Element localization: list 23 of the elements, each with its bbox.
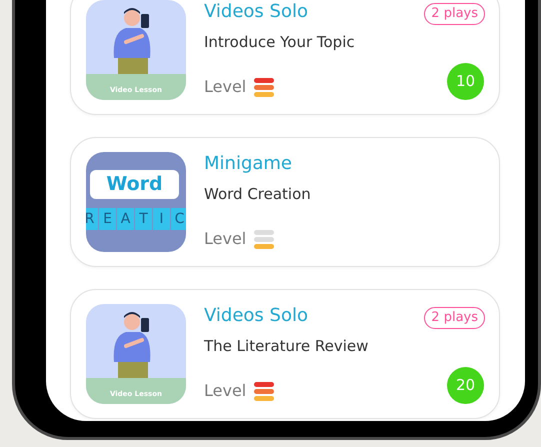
score-badge: 20 [447, 367, 484, 404]
letter-tile: T [135, 208, 152, 230]
lesson-title: Word Creation [204, 184, 311, 204]
man-with-phone-drawing [114, 8, 150, 76]
plays-badge: 2 plays [424, 3, 485, 25]
lesson-title: The Literature Review [204, 336, 368, 356]
level-label: Level [204, 228, 246, 250]
lesson-category: Videos Solo [204, 305, 309, 327]
plays-badge: 2 plays [424, 307, 485, 329]
lesson-title: Introduce Your Topic [204, 32, 355, 52]
letter-tile: R [86, 208, 98, 230]
letter-tile: E [99, 208, 116, 230]
letter-tile: I [153, 208, 170, 230]
lesson-card[interactable]: Word R E A T I C Minigame Word Creation Level [70, 137, 500, 267]
level-label: Level [204, 76, 246, 98]
thumbnail-word: Word [106, 175, 163, 194]
level-label: Level [204, 380, 246, 402]
lesson-category: Minigame [204, 153, 294, 175]
score-badge: 10 [447, 63, 484, 100]
man-with-phone-drawing [114, 312, 150, 380]
letter-tile: A [117, 208, 134, 230]
letter-tile: C [171, 208, 186, 230]
lesson-category: Videos Solo [204, 1, 309, 23]
